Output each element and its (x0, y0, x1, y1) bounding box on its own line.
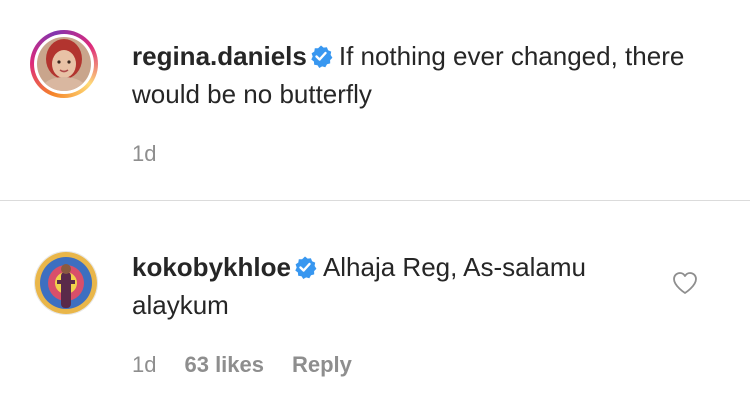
comment-username[interactable]: kokobykhloe (132, 252, 291, 282)
verified-badge-icon (295, 256, 317, 279)
caption-avatar (37, 37, 91, 91)
comment-item: kokobykhloe Alhaja Reg, As-salamu alayku… (0, 201, 750, 407)
comment-text-block: kokobykhloe Alhaja Reg, As-salamu alayku… (132, 248, 652, 324)
comment-timestamp: 1d (132, 352, 157, 377)
caption-timestamp: 1d (132, 141, 157, 166)
post-caption: regina.daniels If nothing ever changed, … (0, 0, 750, 200)
comment-avatar[interactable] (34, 251, 98, 315)
caption-avatar-story-ring[interactable] (30, 30, 98, 98)
reply-button[interactable]: Reply (292, 352, 352, 378)
heart-outline-icon[interactable] (672, 271, 698, 295)
caption-text-block: regina.daniels If nothing ever changed, … (132, 37, 692, 113)
caption-meta: 1d (132, 141, 156, 167)
comment-meta: 1d 63 likes Reply (132, 352, 352, 378)
comment-likes-count[interactable]: 63 likes (184, 352, 264, 378)
caption-username[interactable]: regina.daniels (132, 41, 307, 71)
verified-badge-icon (311, 45, 333, 68)
